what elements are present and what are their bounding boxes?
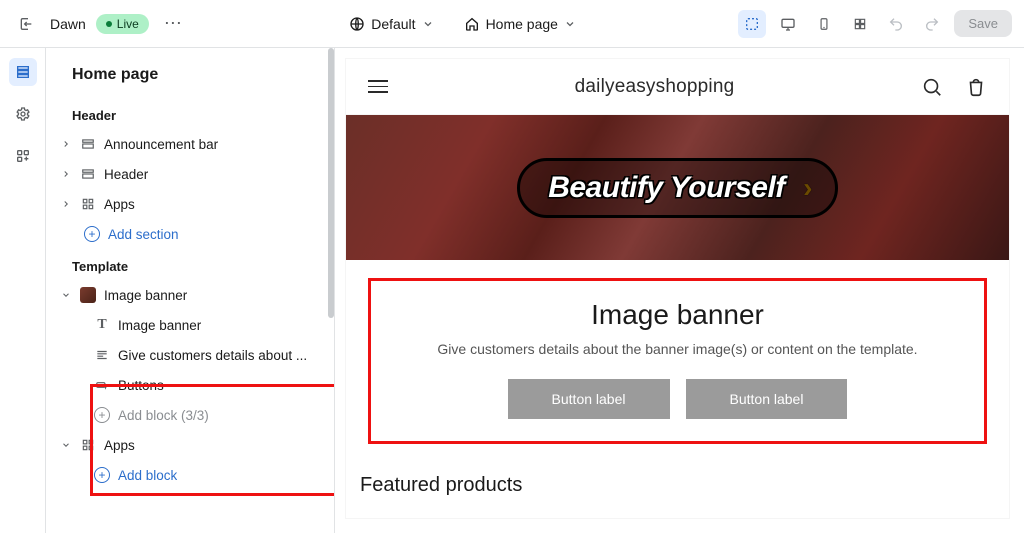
image-banner-buttons: Button label Button label: [381, 379, 974, 419]
sidebar-item-label: Image banner: [104, 288, 187, 303]
sidebar-block-label: Image banner: [118, 318, 201, 333]
topbar-left: Dawn Live ⋯: [12, 10, 187, 38]
left-rail: [0, 48, 46, 533]
sidebar-item-image-banner[interactable]: Image banner: [46, 280, 334, 310]
section-icon: [80, 136, 96, 152]
store-header: dailyeasyshopping: [346, 59, 1009, 115]
sidebar-item-label: Apps: [104, 438, 135, 453]
sidebar-block-label: Buttons: [118, 378, 164, 393]
topbar-center: Default Home page: [187, 16, 739, 32]
rail-apps-button[interactable]: [9, 142, 37, 170]
sidebar-add-block-disabled: + Add block (3/3): [46, 400, 334, 430]
add-section-label: Add section: [108, 227, 179, 242]
live-label: Live: [117, 17, 139, 31]
topbar-right: Save: [738, 10, 1012, 38]
preview-wrap: dailyeasyshopping Beautify Yourself › Im…: [335, 48, 1024, 533]
theme-name: Dawn: [50, 16, 86, 32]
exit-editor-button[interactable]: [12, 10, 40, 38]
featured-products-heading: Featured products: [346, 472, 1009, 497]
save-button[interactable]: Save: [954, 10, 1012, 37]
sidebar-scrollbar[interactable]: [328, 48, 334, 318]
banner-button-1[interactable]: Button label: [508, 379, 670, 419]
layout-selector[interactable]: Default: [349, 16, 433, 32]
more-actions-button[interactable]: ⋯: [159, 10, 187, 38]
inspector-toggle[interactable]: [738, 10, 766, 38]
apps-icon: [80, 437, 96, 453]
buttons-icon: [94, 377, 110, 393]
store-name: dailyeasyshopping: [575, 76, 735, 98]
chevron-right-icon: [60, 169, 72, 179]
sidebar-block-text[interactable]: Give customers details about ...: [46, 340, 334, 370]
topbar: Dawn Live ⋯ Default Home page: [0, 0, 1024, 48]
sidebar-header-label: Header: [46, 98, 334, 129]
paragraph-icon: [94, 347, 110, 363]
add-block-disabled-label: Add block (3/3): [118, 408, 209, 423]
sidebar-item-announcement-bar[interactable]: Announcement bar: [46, 129, 334, 159]
add-circle-icon: +: [94, 407, 110, 423]
desktop-view-button[interactable]: [774, 10, 802, 38]
image-banner-section: Image banner Give customers details abou…: [346, 260, 1009, 472]
sidebar-item-label: Announcement bar: [104, 137, 218, 152]
sidebar-template-label: Template: [46, 249, 334, 280]
hero-text: Beautify Yourself: [548, 171, 785, 205]
sidebar-item-header[interactable]: Header: [46, 159, 334, 189]
image-banner-subtitle: Give customers details about the banner …: [381, 341, 974, 357]
cart-icon[interactable]: [965, 76, 987, 98]
home-icon: [464, 16, 480, 32]
globe-icon: [349, 16, 365, 32]
image-banner-title: Image banner: [381, 299, 974, 331]
sidebar-add-block-apps[interactable]: + Add block: [46, 460, 334, 490]
hero-pill-button[interactable]: Beautify Yourself ›: [517, 158, 838, 218]
text-icon: T: [94, 317, 110, 333]
chevron-right-icon: [60, 199, 72, 209]
banner-button-2[interactable]: Button label: [686, 379, 848, 419]
sidebar-item-template-apps[interactable]: Apps: [46, 430, 334, 460]
hamburger-menu-button[interactable]: [368, 80, 388, 93]
layout-label: Default: [371, 16, 415, 32]
preview-canvas: dailyeasyshopping Beautify Yourself › Im…: [345, 58, 1010, 519]
undo-button[interactable]: [882, 10, 910, 38]
sidebar-item-label: Apps: [104, 197, 135, 212]
page-selector[interactable]: Home page: [464, 16, 576, 32]
sidebar: Home page Header Announcement bar Header…: [46, 48, 335, 533]
chevron-down-icon: [60, 290, 72, 300]
mobile-view-button[interactable]: [810, 10, 838, 38]
sidebar-block-label: Give customers details about ...: [118, 348, 307, 363]
sidebar-block-heading[interactable]: T Image banner: [46, 310, 334, 340]
live-badge: Live: [96, 14, 149, 34]
chevron-down-icon: [60, 440, 72, 450]
add-circle-icon: +: [94, 467, 110, 483]
rail-settings-button[interactable]: [9, 100, 37, 128]
section-icon: [80, 166, 96, 182]
sidebar-add-section[interactable]: + Add section: [46, 219, 334, 249]
add-block-label: Add block: [118, 468, 177, 483]
chevron-right-icon: [60, 139, 72, 149]
apps-icon: [80, 196, 96, 212]
search-icon[interactable]: [921, 76, 943, 98]
thumbnail-icon: [80, 287, 96, 303]
sidebar-item-header-apps[interactable]: Apps: [46, 189, 334, 219]
redo-button[interactable]: [918, 10, 946, 38]
main: Home page Header Announcement bar Header…: [0, 48, 1024, 533]
sidebar-block-buttons[interactable]: Buttons: [46, 370, 334, 400]
store-header-right: [921, 76, 987, 98]
chevron-down-icon: [422, 18, 434, 30]
add-circle-icon: +: [84, 226, 100, 242]
rail-sections-button[interactable]: [9, 58, 37, 86]
chevron-right-icon: ›: [795, 175, 821, 201]
page-label: Home page: [486, 16, 558, 32]
hero-banner: Beautify Yourself ›: [346, 115, 1009, 260]
chevron-down-icon: [564, 18, 576, 30]
annotation-rectangle: Image banner Give customers details abou…: [368, 278, 987, 444]
live-dot-icon: [106, 21, 112, 27]
fullscreen-button[interactable]: [846, 10, 874, 38]
sidebar-page-title: Home page: [46, 48, 334, 98]
sidebar-item-label: Header: [104, 167, 148, 182]
